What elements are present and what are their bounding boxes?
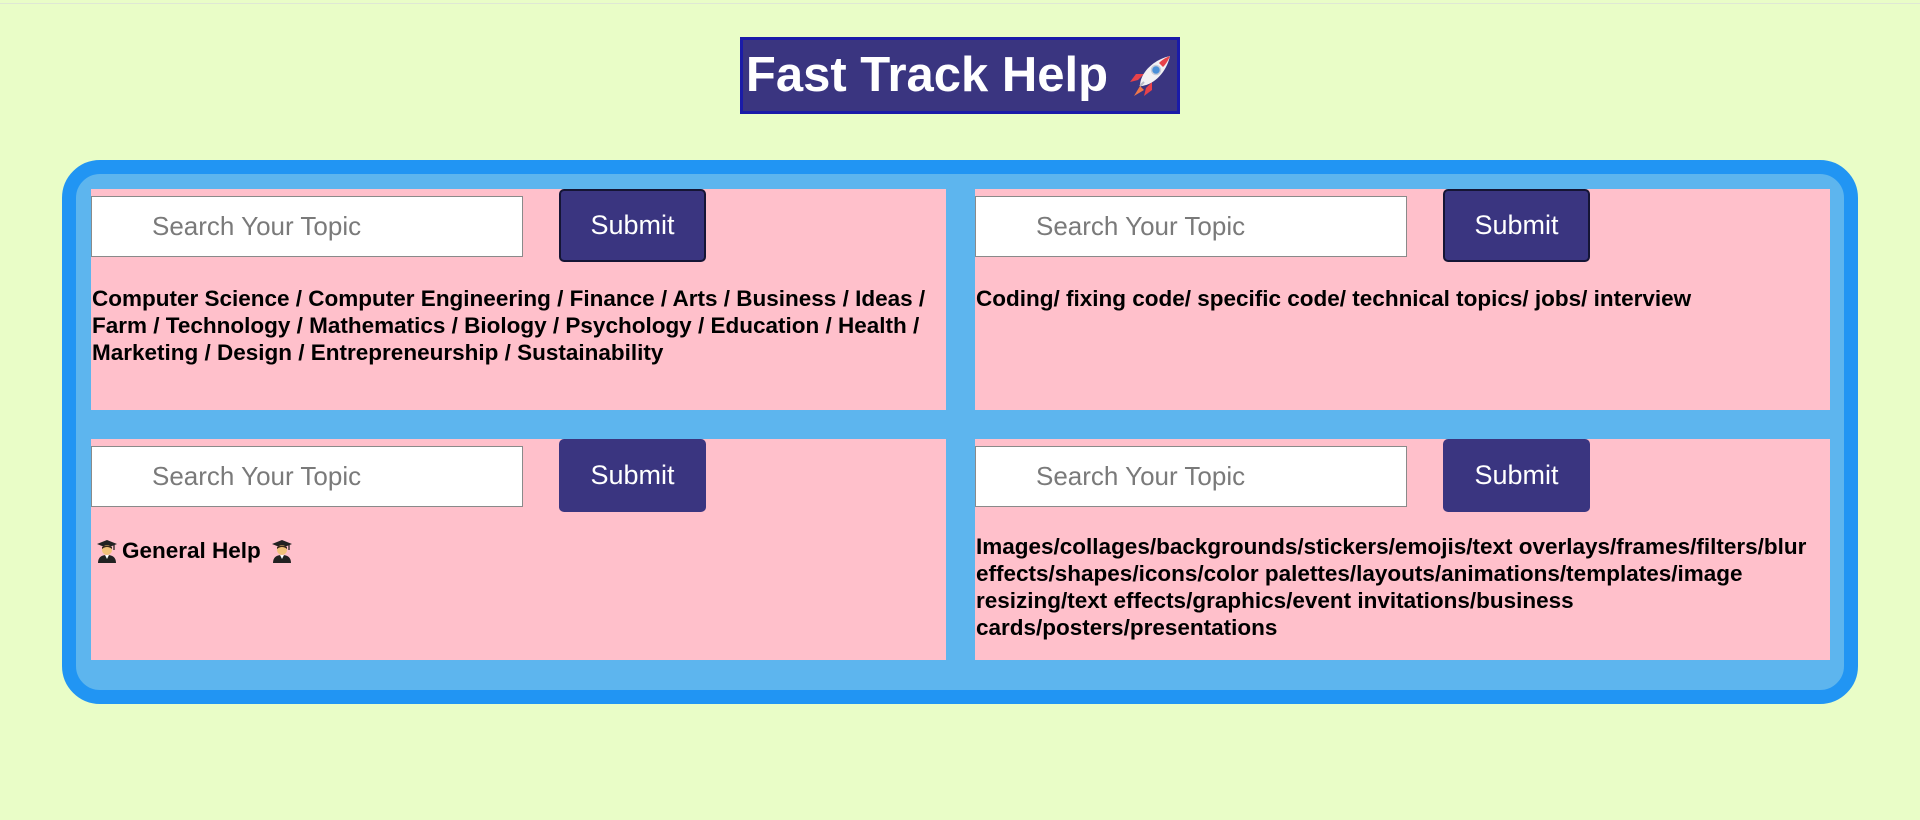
general-help-text: General Help bbox=[122, 538, 261, 563]
submit-button[interactable]: Submit bbox=[1443, 439, 1590, 512]
topic-description: Images/collages/backgrounds/stickers/emo… bbox=[976, 534, 1807, 640]
search-input[interactable] bbox=[975, 196, 1407, 257]
general-help-label: General Help bbox=[96, 537, 293, 564]
search-input[interactable] bbox=[91, 446, 523, 507]
topic-card-design: Submit Images/collages/backgrounds/stick… bbox=[975, 439, 1830, 660]
search-input[interactable] bbox=[975, 446, 1407, 507]
submit-button[interactable]: Submit bbox=[559, 439, 706, 512]
page-title-banner: Fast Track Help bbox=[740, 37, 1180, 114]
page-title: Fast Track Help bbox=[745, 48, 1109, 102]
graduate-icon bbox=[97, 539, 117, 563]
topic-description: Coding/ fixing code/ specific code/ tech… bbox=[976, 286, 1692, 311]
submit-button[interactable]: Submit bbox=[559, 189, 706, 262]
topic-card-coding: Submit Coding/ fixing code/ specific cod… bbox=[975, 189, 1830, 410]
graduate-icon bbox=[271, 539, 292, 563]
topic-card-general-subjects: Submit Computer Science / Computer Engin… bbox=[91, 189, 946, 410]
top-divider bbox=[0, 3, 1920, 4]
submit-button[interactable]: Submit bbox=[1443, 189, 1590, 262]
topic-description: Computer Science / Computer Engineering … bbox=[92, 286, 926, 365]
search-input[interactable] bbox=[91, 196, 523, 257]
topic-card-general-help: Submit General Help bbox=[91, 439, 946, 660]
rocket-icon bbox=[1130, 55, 1171, 96]
